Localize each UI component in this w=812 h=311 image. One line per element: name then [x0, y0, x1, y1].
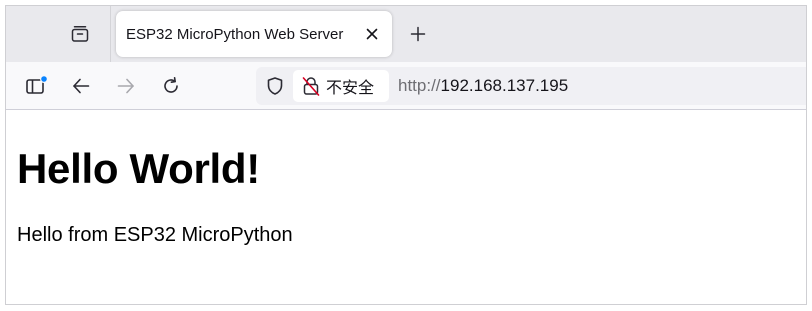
back-button[interactable]	[69, 74, 93, 98]
tab-esp32-web-server[interactable]: ESP32 MicroPython Web Server	[116, 11, 392, 57]
forward-button[interactable]	[114, 74, 138, 98]
sidebar-icon	[24, 74, 48, 98]
new-tab-button[interactable]	[406, 22, 430, 46]
tab-strip-divider	[110, 6, 111, 62]
page-heading: Hello World!	[17, 145, 260, 192]
tab-close-button[interactable]	[362, 24, 382, 44]
security-status-label: 不安全	[326, 78, 375, 97]
sidebar-button[interactable]	[24, 74, 48, 98]
page-paragraph: Hello from ESP32 MicroPython	[17, 224, 293, 246]
site-security-button[interactable]: 不安全	[293, 70, 389, 102]
tab-title: ESP32 MicroPython Web Server	[126, 25, 344, 43]
url-text[interactable]: http://192.168.137.195	[398, 76, 568, 96]
url-scheme: http://	[398, 76, 441, 95]
reload-icon	[161, 76, 181, 96]
tab-groups-icon	[70, 24, 90, 44]
reload-button[interactable]	[159, 74, 183, 98]
plus-icon	[410, 26, 426, 42]
close-icon	[366, 28, 378, 40]
navigation-toolbar: 不安全 http://192.168.137.195	[6, 62, 806, 110]
tab-groups-button[interactable]	[68, 22, 92, 46]
tab-strip: ESP32 MicroPython Web Server	[6, 6, 806, 62]
shield-icon	[265, 76, 285, 96]
arrow-right-icon	[116, 76, 136, 96]
broken-lock-icon	[302, 76, 320, 96]
tracking-protection-button[interactable]	[264, 75, 286, 97]
address-bar[interactable]: 不安全 http://192.168.137.195	[256, 67, 806, 105]
browser-window: ESP32 MicroPython Web Server 不安全 http://…	[5, 5, 807, 305]
arrow-left-icon	[71, 76, 91, 96]
page-content: Hello World! Hello from ESP32 MicroPytho…	[6, 111, 806, 304]
url-host: 192.168.137.195	[440, 76, 569, 95]
